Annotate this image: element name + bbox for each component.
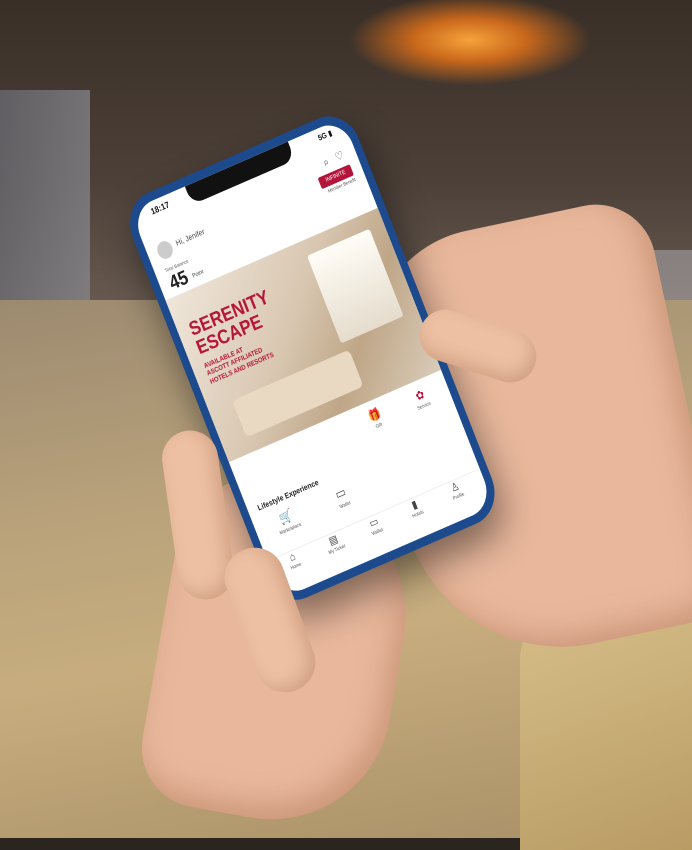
status-time: 18:17: [149, 199, 171, 217]
quick-action-label: Gift: [374, 421, 384, 431]
points-unit: Point: [191, 269, 205, 280]
photo-scene: 18:17 5G ▮ Hi, Jenifer ⌕ ♡ INFINITE Memb…: [0, 0, 692, 850]
signal-battery-icon: 5G ▮: [316, 128, 334, 143]
greeting-text: Hi, Jenifer: [174, 227, 206, 248]
avatar[interactable]: [154, 238, 176, 262]
banner-window: [307, 228, 404, 344]
lifestyle-item-wallet[interactable]: ▭ Wallet: [312, 475, 372, 520]
